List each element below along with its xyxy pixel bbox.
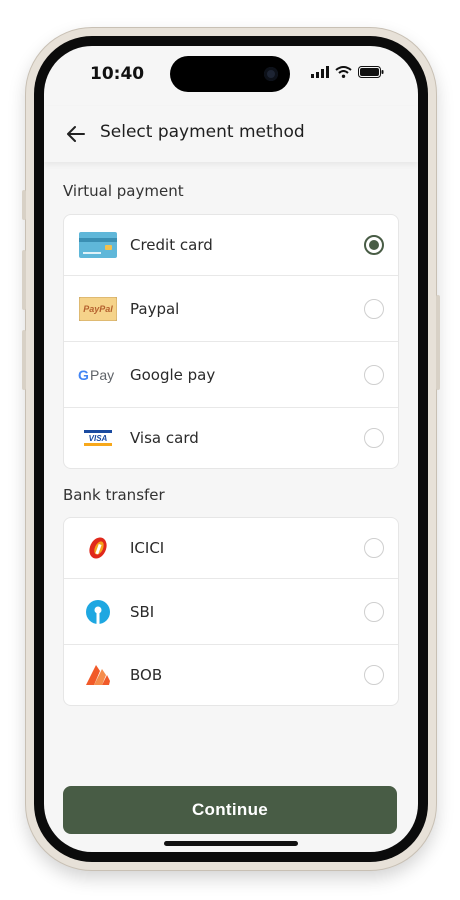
wifi-icon <box>335 66 352 78</box>
payment-option-label: Visa card <box>130 429 199 447</box>
status-icons <box>311 66 384 78</box>
credit-card-icon <box>78 232 118 258</box>
svg-text:PayPal: PayPal <box>83 304 113 314</box>
svg-text:G: G <box>78 367 89 383</box>
radio-paypal[interactable] <box>364 298 384 319</box>
phone-volume-up <box>22 250 26 310</box>
bob-icon <box>78 662 118 688</box>
bank-transfer-list: ICICI SBI BOB <box>63 517 399 706</box>
payment-option-google-pay[interactable]: G Pay Google pay <box>64 342 398 408</box>
app-screen: 10:40 Select payment method Virtual paym… <box>44 46 418 852</box>
phone-volume-down <box>22 330 26 390</box>
virtual-payment-list: Credit card PayPal Paypal G Pay Google p… <box>63 214 399 469</box>
svg-text:Pay: Pay <box>90 367 114 383</box>
app-header: Select payment method <box>44 106 418 162</box>
google-pay-icon: G Pay <box>78 362 118 388</box>
dynamic-island <box>170 56 290 92</box>
radio-sbi[interactable] <box>364 601 384 622</box>
home-indicator <box>164 841 298 846</box>
page-title: Select payment method <box>100 122 305 142</box>
paypal-icon: PayPal <box>78 296 118 322</box>
status-time: 10:40 <box>90 64 145 84</box>
svg-text:VISA: VISA <box>89 434 108 443</box>
radio-icici[interactable] <box>364 538 384 558</box>
payment-option-label: Google pay <box>130 365 216 384</box>
bank-option-sbi[interactable]: SBI <box>64 579 398 645</box>
icici-icon <box>78 535 118 561</box>
bank-option-bob[interactable]: BOB <box>64 645 398 705</box>
continue-button[interactable]: Continue <box>63 786 397 834</box>
payment-option-credit-card[interactable]: Credit card <box>64 215 398 276</box>
radio-visa-card[interactable] <box>364 428 384 448</box>
section-title-bank-transfer: Bank transfer <box>63 486 165 504</box>
phone-side-button <box>22 190 26 220</box>
bank-option-label: SBI <box>130 602 155 621</box>
section-title-virtual-payment: Virtual payment <box>63 182 184 200</box>
payment-option-label: Paypal <box>130 299 180 318</box>
back-arrow-icon[interactable] <box>64 122 88 146</box>
payment-option-label: Credit card <box>130 236 213 254</box>
camera-icon <box>264 67 278 81</box>
battery-icon <box>358 66 384 78</box>
bank-option-label: BOB <box>130 666 163 684</box>
radio-bob[interactable] <box>364 665 384 685</box>
signal-icon <box>311 66 329 78</box>
payment-option-visa-card[interactable]: VISA Visa card <box>64 408 398 468</box>
phone-power-button <box>436 295 440 390</box>
payment-option-paypal[interactable]: PayPal Paypal <box>64 276 398 342</box>
visa-icon: VISA <box>78 425 118 451</box>
radio-google-pay[interactable] <box>364 364 384 385</box>
bank-option-icici[interactable]: ICICI <box>64 518 398 579</box>
radio-credit-card[interactable] <box>364 235 384 255</box>
bank-option-label: ICICI <box>130 539 165 557</box>
sbi-icon <box>78 599 118 625</box>
